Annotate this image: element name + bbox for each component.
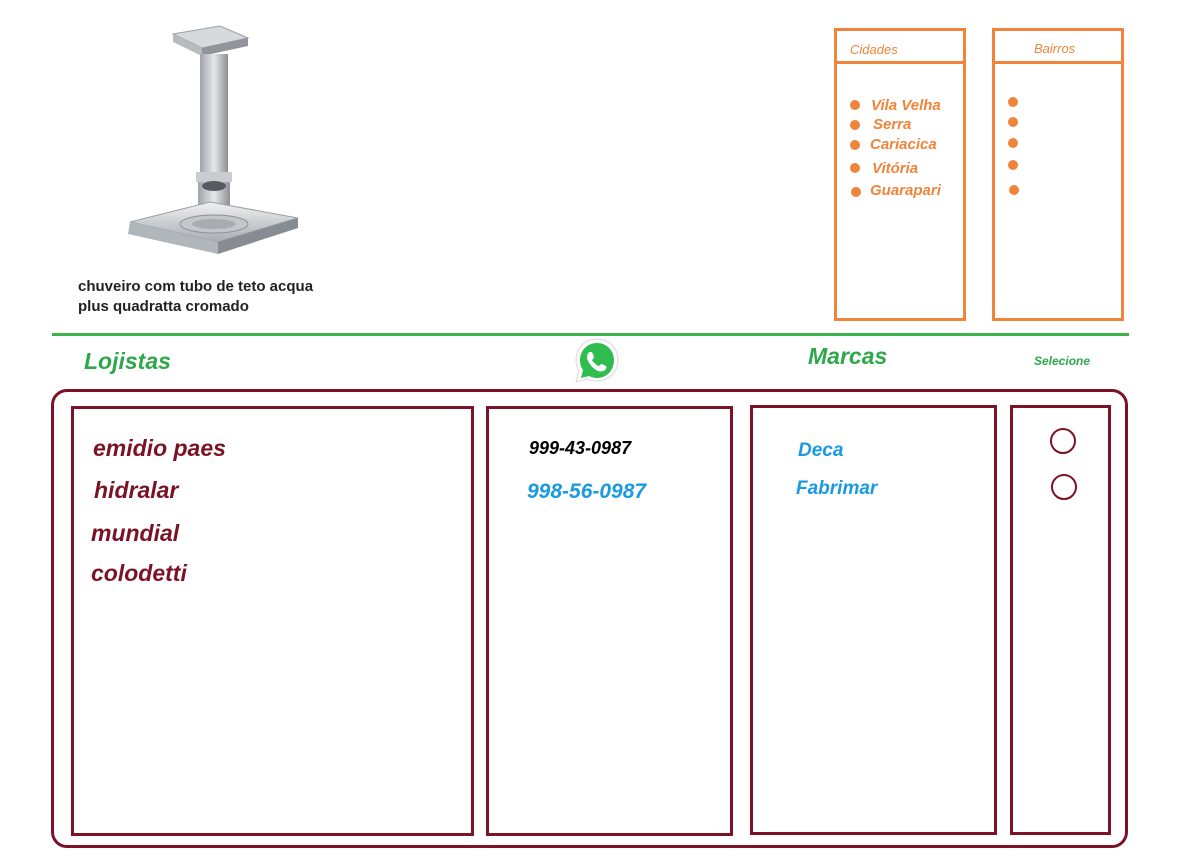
- stores-heading: Lojistas: [84, 348, 171, 374]
- phone-number[interactable]: 998-56-0987: [527, 480, 646, 504]
- product-caption: chuveiro com tubo de teto acqua plus qua…: [78, 277, 358, 317]
- city-item[interactable]: Serra: [837, 116, 963, 136]
- city-label: Cariacica: [870, 136, 937, 153]
- bullet-icon: [850, 140, 860, 150]
- bullet-icon: [1008, 138, 1018, 148]
- city-item[interactable]: Cariacica: [837, 136, 963, 156]
- neighborhoods-panel-header: Bairros: [995, 31, 1121, 64]
- neighborhood-item[interactable]: [995, 94, 1121, 114]
- neighborhood-item[interactable]: [995, 182, 1121, 202]
- product-caption-line: plus quadratta cromado: [78, 298, 249, 315]
- product-caption-line: chuveiro com tubo de teto acqua: [78, 278, 314, 295]
- brands-column: Deca Fabrimar: [750, 405, 997, 835]
- cities-panel: Cidades Vila Velha Serra Cariacica Vitór…: [834, 28, 966, 321]
- city-label: Vitória: [872, 160, 919, 177]
- select-radio[interactable]: [1050, 428, 1076, 454]
- cities-panel-header: Cidades: [837, 31, 963, 64]
- cities-panel-title: Cidades: [850, 42, 898, 57]
- select-column: [1010, 405, 1111, 835]
- city-item[interactable]: Vitória: [837, 160, 963, 180]
- bullet-icon: [1008, 160, 1018, 170]
- neighborhood-item[interactable]: [995, 157, 1121, 177]
- bullet-icon: [850, 100, 860, 110]
- bullet-icon: [1008, 97, 1018, 107]
- phones-column: 999-43-0987 998-56-0987: [486, 406, 733, 836]
- neighborhood-item[interactable]: [995, 135, 1121, 155]
- bullet-icon: [851, 187, 861, 197]
- phone-number[interactable]: 999-43-0987: [529, 438, 631, 459]
- store-name[interactable]: mundial: [91, 520, 179, 547]
- neighborhoods-panel: Bairros: [992, 28, 1124, 321]
- bullet-icon: [1009, 185, 1019, 195]
- store-name[interactable]: colodetti: [91, 560, 187, 587]
- city-item[interactable]: Guarapari: [837, 182, 963, 202]
- bullet-icon: [1008, 117, 1018, 127]
- city-label: Guarapari: [870, 182, 941, 199]
- city-label: Serra: [873, 116, 912, 133]
- neighborhood-item[interactable]: [995, 114, 1121, 134]
- stores-column: emidio paes hidralar mundial colodetti: [71, 406, 474, 836]
- select-heading: Selecione: [1034, 354, 1091, 368]
- shower-head-image: [118, 22, 308, 262]
- store-name[interactable]: emidio paes: [93, 435, 226, 462]
- select-radio[interactable]: [1051, 474, 1077, 500]
- bullet-icon: [850, 163, 860, 173]
- city-label: Vila Velha: [871, 97, 941, 114]
- brands-heading: Marcas: [808, 343, 888, 369]
- bullet-icon: [850, 120, 860, 130]
- neighborhoods-panel-title: Bairros: [1034, 41, 1076, 56]
- brand-name[interactable]: Deca: [798, 440, 843, 462]
- whatsapp-icon[interactable]: [572, 336, 622, 386]
- store-name[interactable]: hidralar: [94, 477, 178, 504]
- brand-name[interactable]: Fabrimar: [796, 478, 877, 500]
- city-item[interactable]: Vila Velha: [837, 97, 963, 117]
